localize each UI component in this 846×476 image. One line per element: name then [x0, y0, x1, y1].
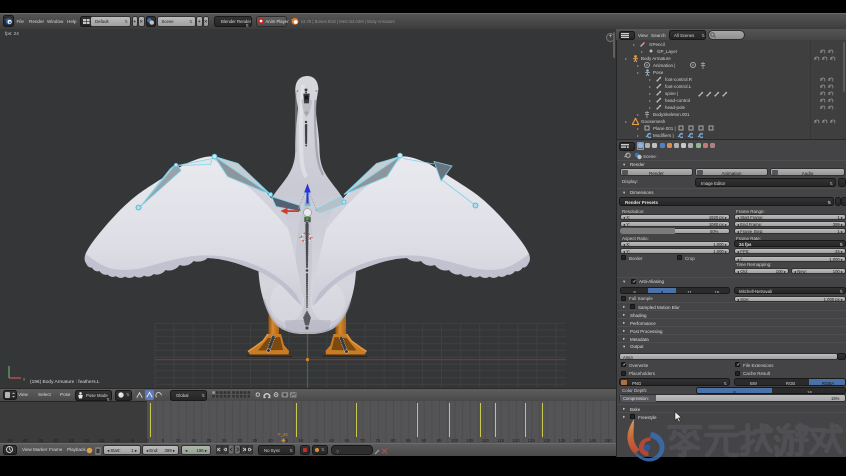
svg-text:x: x	[23, 377, 26, 382]
